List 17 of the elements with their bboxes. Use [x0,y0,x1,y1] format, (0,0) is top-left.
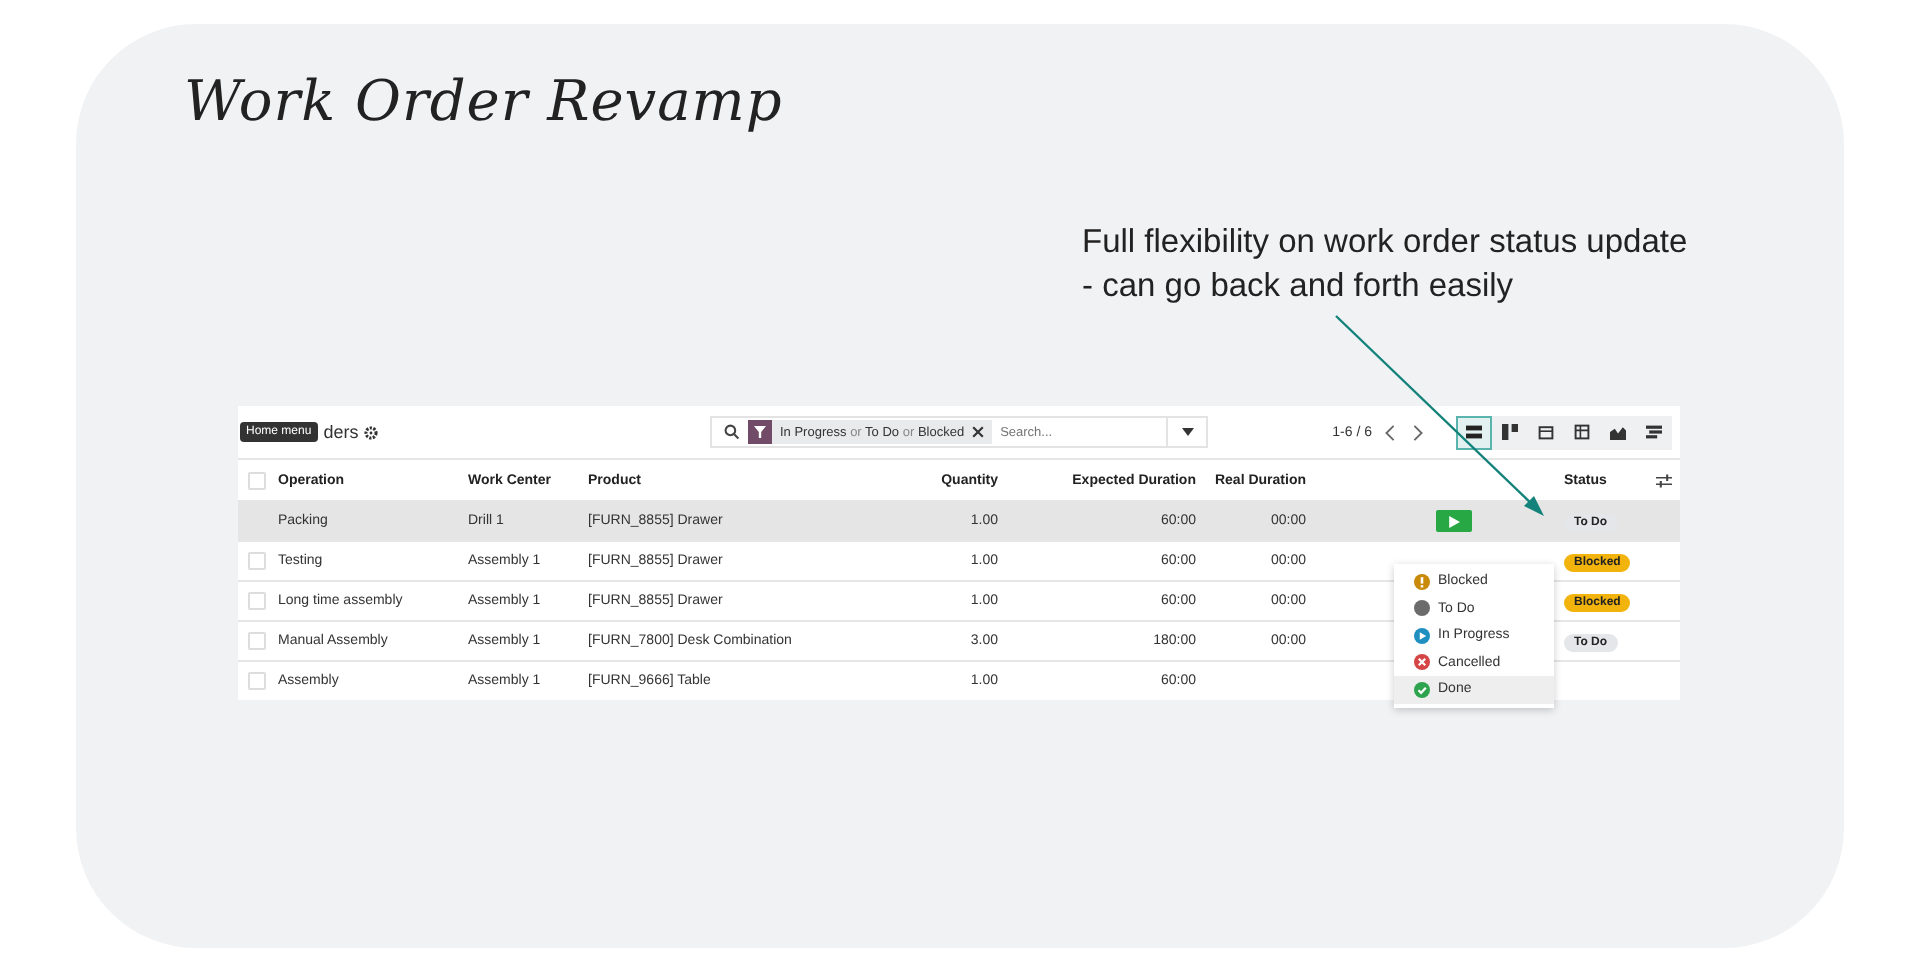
next-icon[interactable] [1412,423,1424,441]
caret-icon[interactable] [1176,428,1194,436]
filter-icon [748,420,772,444]
slide-title: Work Order Revamp [184,68,783,134]
checkbox[interactable] [248,672,266,690]
checkbox[interactable] [248,471,266,489]
checkbox[interactable] [248,552,266,570]
breadcrumb[interactable]: ders [323,422,359,442]
search-icon [724,424,740,440]
play-button[interactable] [1435,510,1471,532]
checkbox[interactable] [248,592,266,610]
list-view-icon[interactable] [1456,415,1492,449]
play-icon [1447,515,1459,527]
annotation-text: Full flexibility on work order status update - can go back and forth easily [1082,222,1690,308]
checkbox[interactable] [248,632,266,650]
gear-icon[interactable] [364,425,379,439]
previous-icon[interactable] [1384,423,1396,441]
